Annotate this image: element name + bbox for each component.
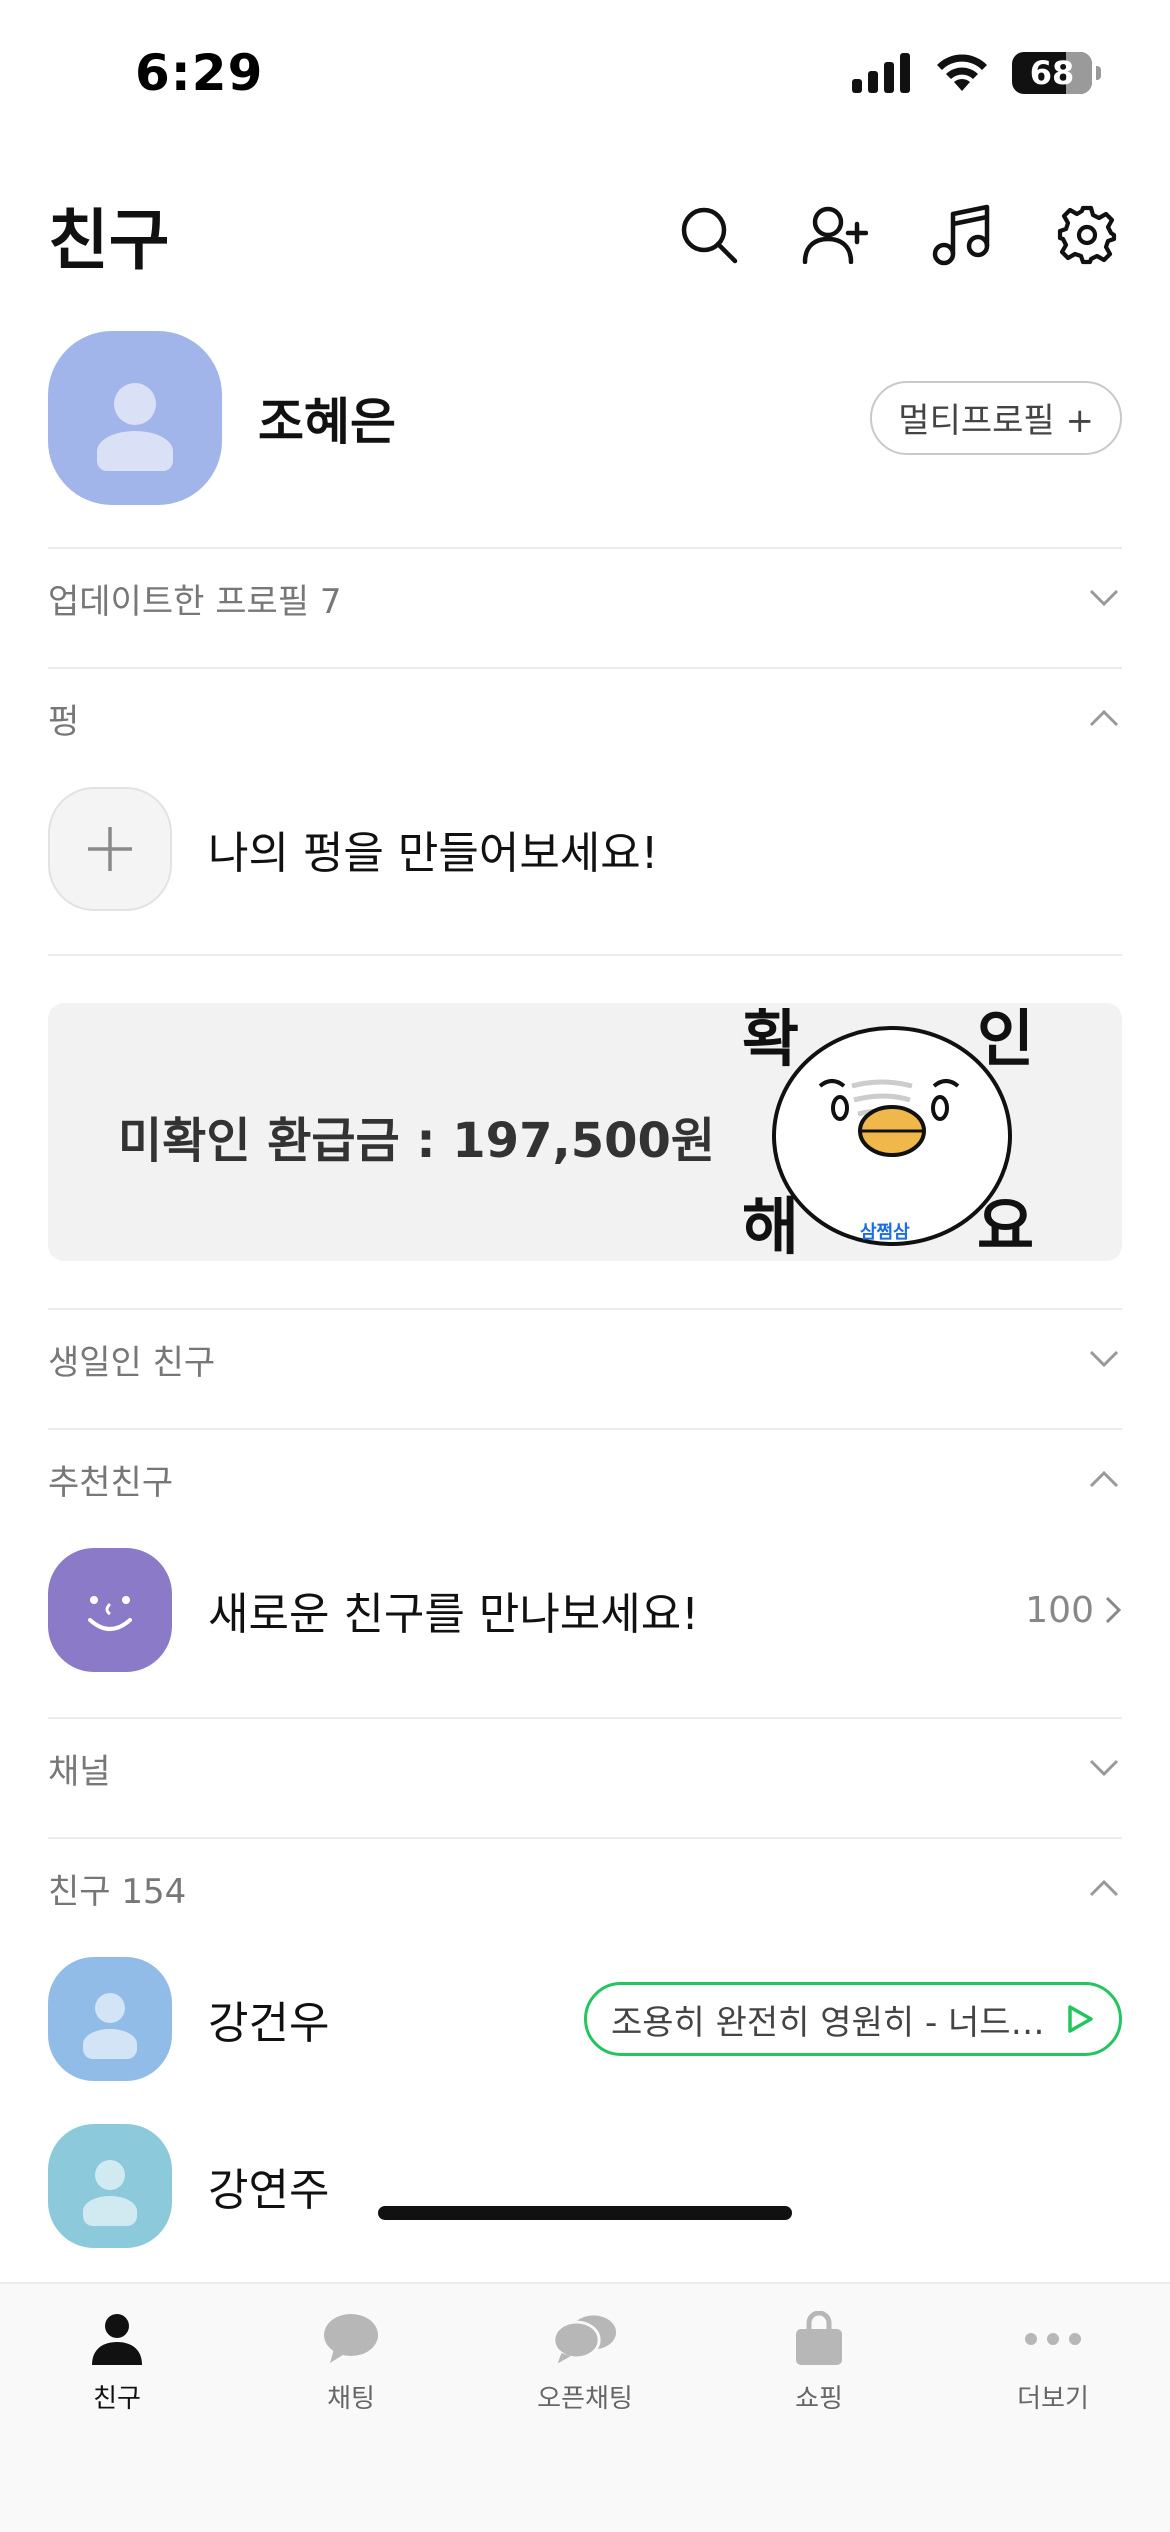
chevron-down-icon[interactable] [1086,1341,1122,1377]
pung-create-label: 나의 펑을 만들어보세요! [208,828,659,879]
banner-brand-logo: 삼쩜삼 [860,1222,910,1243]
more-icon [1020,2306,1086,2372]
shopping-bag-icon [786,2306,852,2372]
divider [48,1717,1122,1719]
add-friend-icon[interactable] [800,200,870,270]
multi-profile-label: 멀티프로필 + [898,401,1094,441]
tab-shopping[interactable]: 쇼핑 [702,2306,936,2434]
divider [48,547,1122,549]
avatar-body [83,2196,137,2226]
banner-char-2: 인 [977,1008,1034,1075]
tab-more[interactable]: 더보기 [936,2306,1170,2434]
divider [48,954,1122,956]
tab-friends[interactable]: 친구 [0,2306,234,2434]
play-icon[interactable] [1065,2003,1095,2035]
recommended-count-value: 100 [1025,1589,1094,1631]
banner-char-1: 확 [742,1008,799,1075]
chevron-up-icon[interactable] [1086,1870,1122,1906]
settings-gear-icon[interactable] [1052,200,1122,270]
friend-row[interactable]: 강건우 조용히 완전히 영원히 - 너드… [48,1957,1122,2081]
add-pung-button[interactable] [48,787,172,911]
friend-row[interactable]: 강연주 [48,2124,1122,2248]
search-icon[interactable] [674,200,744,270]
home-indicator [378,2206,792,2220]
section-label: 생일인 친구 [48,1342,216,1383]
avatar-body [83,2029,137,2059]
recommended-friends-row[interactable]: 새로운 친구를 만나보세요! 100 [48,1548,1122,1672]
plus-icon [88,827,132,871]
section-pung[interactable]: 펑 [48,678,1122,758]
friend-name: 강연주 [208,2165,330,2216]
profile-music-pill[interactable]: 조용히 완전히 영원히 - 너드… [584,1982,1122,2056]
header-actions [674,200,1122,270]
divider [48,1837,1122,1839]
recommended-count[interactable]: 100 [1025,1590,1122,1631]
avatar-head [95,2160,125,2190]
open-chat-icon [552,2306,618,2372]
section-channel[interactable]: 채널 [48,1728,1122,1808]
profile-music-title: 조용히 완전히 영원히 - 너드… [611,2002,1045,2043]
multi-profile-button[interactable]: 멀티프로필 + [870,380,1122,455]
tab-bar: 친구 채팅 오픈채팅 쇼핑 더보기 [0,2282,1170,2532]
section-label: 추천친구 [48,1462,174,1503]
my-avatar[interactable] [48,330,222,505]
section-recommended[interactable]: 추천친구 [48,1439,1122,1519]
section-friends[interactable]: 친구 154 [48,1848,1122,1928]
chevron-right-icon [1105,1596,1122,1624]
divider [48,1428,1122,1430]
status-time: 6:29 [135,44,264,102]
tab-chats[interactable]: 채팅 [234,2306,468,2434]
chevron-down-icon[interactable] [1086,1750,1122,1786]
friend-avatar[interactable] [48,1957,172,2081]
banner-duck-illustration: 확 인 해 요 삼쩜삼 [742,1008,1034,1258]
my-profile[interactable]: 조혜은 멀티프로필 + [48,330,1122,505]
friend-avatar[interactable] [48,2124,172,2248]
page-title: 친구 [48,202,170,279]
tab-label: 친구 [93,2384,141,2414]
banner-text: 미확인 환급금 : 197,500원 [118,1113,716,1169]
tab-label: 오픈채팅 [537,2384,633,2414]
chevron-down-icon[interactable] [1086,580,1122,616]
avatar-head [114,382,156,425]
section-birthday[interactable]: 생일인 친구 [48,1319,1122,1399]
tab-open-chat[interactable]: 오픈채팅 [468,2306,702,2434]
chat-bubble-icon [318,2306,384,2372]
pung-create-row[interactable]: 나의 펑을 만들어보세요! [48,787,1122,911]
music-icon[interactable] [926,200,996,270]
recommended-label: 새로운 친구를 만나보세요! [208,1589,699,1640]
chevron-up-icon[interactable] [1086,1461,1122,1497]
divider [48,667,1122,669]
friend-name: 강건우 [208,1998,330,2049]
avatar-body [97,430,173,471]
smile-face-icon [48,1548,172,1672]
person-icon [84,2306,150,2372]
wifi-icon [937,54,987,91]
header: 친구 [48,185,1122,285]
tab-label: 더보기 [1017,2384,1089,2414]
section-label: 친구 154 [48,1871,187,1912]
section-updated-profiles[interactable]: 업데이트한 프로필 7 [48,558,1122,638]
status-icons: 68 [852,52,1101,94]
refund-banner[interactable]: 미확인 환급금 : 197,500원 확 인 해 요 삼쩜삼 [48,1003,1122,1261]
battery-level: 68 [1029,54,1075,92]
my-name: 조혜은 [258,392,396,451]
divider [48,1308,1122,1310]
banner-char-4: 요 [977,1190,1034,1258]
tab-label: 쇼핑 [795,2384,843,2414]
section-label: 펑 [48,701,80,742]
avatar-head [95,1993,125,2023]
section-label: 업데이트한 프로필 7 [48,581,342,622]
signal-icon [852,53,910,93]
tab-label: 채팅 [327,2384,375,2414]
section-label: 채널 [48,1751,111,1792]
battery-icon: 68 [1012,52,1101,94]
chevron-up-icon[interactable] [1086,700,1122,736]
banner-char-3: 해 [742,1190,799,1258]
status-bar: 6:29 68 [0,0,1170,150]
